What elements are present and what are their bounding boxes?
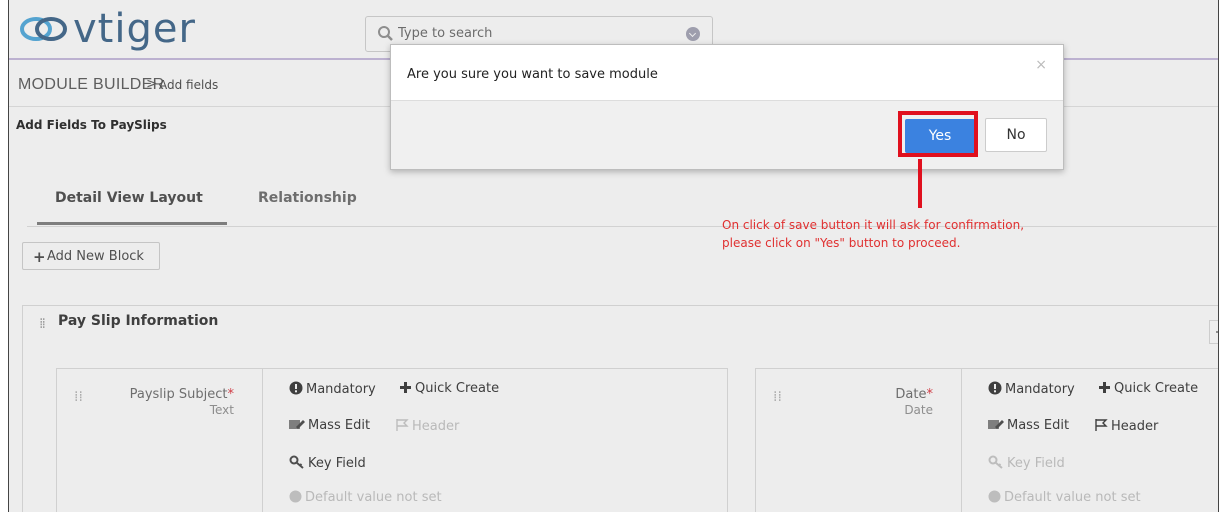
highlight-box	[898, 111, 978, 157]
callout-line	[918, 159, 922, 208]
dialog-header: Are you sure you want to save module ×	[391, 45, 1063, 101]
annotation-line-1: On click of save button it will ask for …	[722, 218, 1025, 232]
annotation-line-2: please click on "Yes" button to proceed.	[722, 236, 961, 250]
annotation-text: On click of save button it will ask for …	[722, 216, 1122, 252]
close-icon[interactable]: ×	[1035, 57, 1047, 73]
no-button[interactable]: No	[985, 118, 1047, 152]
dialog-message: Are you sure you want to save module	[407, 67, 658, 82]
